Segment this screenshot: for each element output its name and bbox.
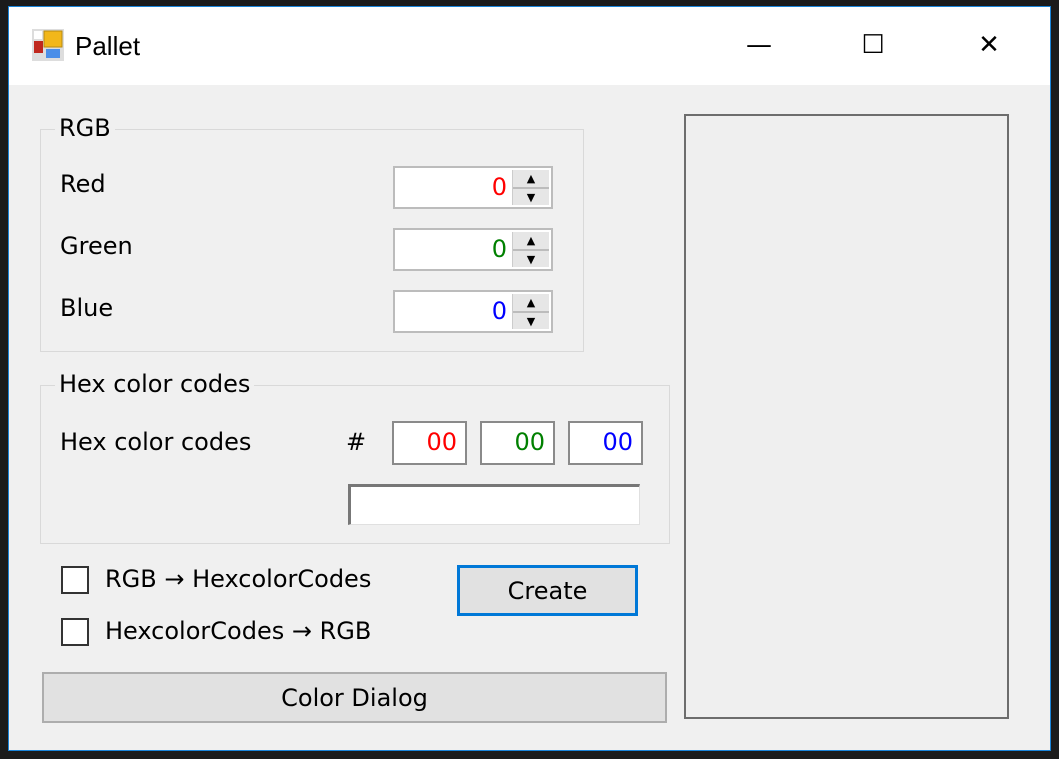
blue-stepper[interactable]: 0 ▲ ▼ [393,290,553,333]
maximize-icon: ☐ [861,30,885,60]
pallet-window: Pallet — ☐ ✕ RGB Red Green Blue 0 ▲ ▼ 0 ▲ ▼ … [8,6,1051,751]
hex-group-label: Hex color codes [55,370,255,398]
hex-to-rgb-checkbox[interactable] [61,618,89,646]
red-label: Red [60,170,106,198]
hex-to-rgb-label[interactable]: HexcolorCodes → RGB [105,617,371,645]
close-button[interactable]: ✕ [959,23,1019,67]
spin-up-icon[interactable]: ▲ [513,232,549,251]
minimize-icon: — [746,30,772,60]
spin-up-icon[interactable]: ▲ [513,170,549,189]
hex-red-input[interactable]: 00 [392,421,467,465]
red-stepper[interactable]: 0 ▲ ▼ [393,166,553,209]
window-title: Pallet [75,31,141,61]
create-button[interactable]: Create [457,565,638,616]
spin-down-icon[interactable]: ▼ [513,251,549,268]
green-stepper[interactable]: 0 ▲ ▼ [393,228,553,271]
red-value[interactable]: 0 [492,173,507,201]
create-button-label: Create [507,576,588,605]
spin-down-icon[interactable]: ▼ [513,313,549,330]
hex-group: Hex color codes Hex color codes # 00 00 … [40,370,670,544]
maximize-button[interactable]: ☐ [843,23,903,67]
color-dialog-label: Color Dialog [281,683,428,712]
rgb-group-label: RGB [55,114,115,142]
close-icon: ✕ [978,30,1000,60]
hex-blue-input[interactable]: 00 [568,421,643,465]
rgb-to-hex-label[interactable]: RGB → HexcolorCodes [105,565,371,593]
hash-label: # [346,428,367,456]
spin-down-icon[interactable]: ▼ [513,189,549,206]
title-bar: Pallet — ☐ ✕ [9,7,1050,85]
blue-label: Blue [60,294,114,322]
blue-value[interactable]: 0 [492,297,507,325]
hex-green-input[interactable]: 00 [480,421,555,465]
minimize-button[interactable]: — [729,23,789,67]
green-value[interactable]: 0 [492,235,507,263]
rgb-to-hex-checkbox[interactable] [61,566,89,594]
color-preview-panel [684,114,1009,719]
spin-up-icon[interactable]: ▲ [513,294,549,313]
rgb-group: RGB Red Green Blue 0 ▲ ▼ 0 ▲ ▼ 0 ▲ ▼ [40,114,584,352]
hex-row-label: Hex color codes [60,428,252,456]
palette-app-icon [32,29,64,61]
color-dialog-button[interactable]: Color Dialog [42,672,667,723]
green-label: Green [60,232,133,260]
hex-code-input[interactable] [348,484,640,525]
